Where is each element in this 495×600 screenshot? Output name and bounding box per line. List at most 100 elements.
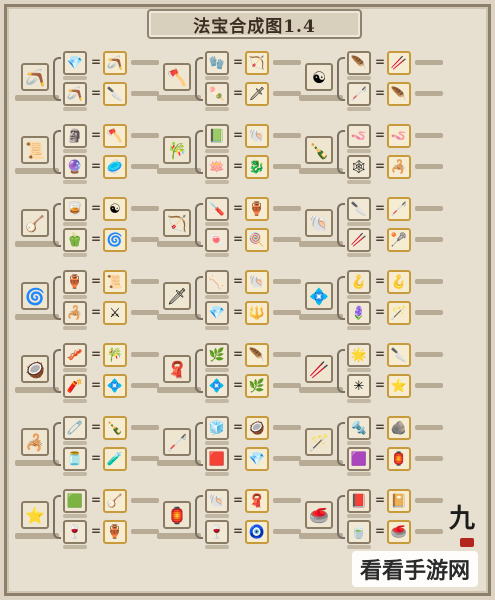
- ingredient-label: [63, 545, 87, 549]
- result-item-label: [273, 383, 301, 388]
- source-item-icon: 📜: [21, 136, 49, 164]
- ingredient-label: [205, 368, 229, 372]
- result-item-icon: 🧪: [103, 447, 127, 471]
- ingredient-icon: 📕: [347, 489, 371, 513]
- ingredient-label: [347, 295, 371, 299]
- ingredient-label: [63, 399, 87, 403]
- ingredient-icon: 🪝: [347, 270, 371, 294]
- recipe-row: 🪛 = 🏺: [205, 197, 303, 226]
- result-item-label: [415, 310, 443, 315]
- result-item-label: [415, 237, 443, 242]
- equals-icon: =: [375, 305, 386, 319]
- recipe-row: 📗 = 🐚: [205, 124, 303, 153]
- source-item-icon: 🦯: [163, 428, 191, 456]
- ingredient-icon: 💎: [63, 51, 87, 75]
- recipe-block: 🪕 🥃 = ☯ 🫑 = 🌀: [15, 195, 161, 263]
- ingredient-icon: 🪷: [205, 155, 229, 179]
- ingredient-label: [205, 295, 229, 299]
- ingredient-label: [63, 472, 87, 476]
- ingredient-icon: 🟥: [205, 447, 229, 471]
- recipe-block: 🐚 🔪 = 🦯 🥢 = 🥍: [299, 195, 445, 263]
- ingredient-icon: 🪃: [63, 82, 87, 106]
- result-item-icon: 🦯: [387, 197, 411, 221]
- result-item-icon: ⭐: [387, 374, 411, 398]
- seal-logo: 九: [448, 503, 475, 534]
- result-item-icon: 🏮: [387, 447, 411, 471]
- ingredient-icon: 🌟: [347, 343, 371, 367]
- brace-connector: [53, 276, 61, 320]
- equals-icon: =: [233, 524, 244, 538]
- recipe-row: 🪻 = 🪄: [347, 301, 445, 330]
- result-item-icon: 🐚: [245, 270, 269, 294]
- result-item-icon: 🪝: [387, 270, 411, 294]
- result-item-icon: 🥌: [387, 520, 411, 544]
- result-item-label: [273, 91, 301, 96]
- result-item-icon: 🔪: [103, 82, 127, 106]
- result-item-icon: 🪨: [387, 416, 411, 440]
- equals-icon: =: [233, 159, 244, 173]
- brace-connector: [195, 349, 203, 393]
- brace-connector: [195, 57, 203, 101]
- recipe-row: 🗿 = 🪓: [63, 124, 161, 153]
- recipe-row: 💎 = 🔱: [205, 301, 303, 330]
- result-item-label: [131, 133, 159, 138]
- brace-connector: [53, 203, 61, 247]
- ingredient-icon: 🦂: [63, 301, 87, 325]
- brace-connector: [53, 495, 61, 539]
- equals-icon: =: [91, 451, 102, 465]
- recipe-block: 🎋 📗 = 🐚 🪷 = 🐉: [157, 122, 303, 190]
- ingredient-icon: 🍷: [205, 520, 229, 544]
- equals-icon: =: [375, 55, 386, 69]
- source-item-icon: 🥢: [305, 355, 333, 383]
- ingredient-icon: 🔪: [347, 197, 371, 221]
- result-item-icon: 🥏: [103, 155, 127, 179]
- recipe-row: 🥓 = 🎋: [63, 343, 161, 372]
- source-item-icon: 🥌: [305, 501, 333, 529]
- equals-icon: =: [91, 420, 102, 434]
- brace-connector: [195, 422, 203, 466]
- recipe-block: ☯ 🪶 = 🥢 🦯 = 🪶: [299, 49, 445, 117]
- ingredient-label: [205, 514, 229, 518]
- equals-icon: =: [91, 232, 102, 246]
- result-item-icon: 🥢: [387, 51, 411, 75]
- ingredient-icon: 💎: [205, 301, 229, 325]
- equals-icon: =: [233, 378, 244, 392]
- result-item-icon: 🪃: [103, 51, 127, 75]
- ingredient-label: [205, 472, 229, 476]
- equals-icon: =: [233, 128, 244, 142]
- recipe-row: 🧊 = 🥥: [205, 416, 303, 445]
- recipe-row: 🍡 = 🗡: [205, 82, 303, 111]
- ingredient-label: [205, 545, 229, 549]
- result-item-icon: 🏺: [245, 197, 269, 221]
- result-item-icon: 📜: [103, 270, 127, 294]
- recipe-block: ⭐ 🟩 = 🪕 🍷 = 🏺: [15, 487, 161, 555]
- result-item-icon: 🐉: [245, 155, 269, 179]
- result-item-label: [415, 383, 443, 388]
- equals-icon: =: [233, 347, 244, 361]
- equals-icon: =: [233, 201, 244, 215]
- result-item-label: [131, 456, 159, 461]
- source-item-icon: 🪕: [21, 209, 49, 237]
- equals-icon: =: [233, 232, 244, 246]
- recipe-row: 🪱 = 🪱: [347, 124, 445, 153]
- equals-icon: =: [91, 378, 102, 392]
- source-item-icon: 🦂: [21, 428, 49, 456]
- ingredient-label: [347, 472, 371, 476]
- recipe-block: 🦯 🧊 = 🥥 🟥 = 💎: [157, 414, 303, 482]
- ingredient-icon: 🍬: [205, 228, 229, 252]
- recipe-grid: 🪃 💎 = 🪃 🪃 = 🔪 🪓 🧤 = 🏹 🍡 = 🗡 ☯ 🪶 = 🥢 🦯 = 🪶 📜 🗿 = 🪓 🔮 = 🥏 🎋 📗 = 🐚 🪷 = 🐉 🍾 🪱 = 🪱 🕸…: [15, 49, 495, 569]
- ingredient-label: [347, 107, 371, 111]
- ingredient-icon: 🧤: [205, 51, 229, 75]
- equals-icon: =: [375, 347, 386, 361]
- recipe-row: 🌟 = 🔪: [347, 343, 445, 372]
- recipe-row: 🐚 = 🧣: [205, 489, 303, 518]
- source-item-icon: 🥥: [21, 355, 49, 383]
- title-plate: 法宝合成图1.4: [147, 9, 362, 39]
- result-item-icon: 🎋: [103, 343, 127, 367]
- equals-icon: =: [233, 420, 244, 434]
- brace-connector: [337, 276, 345, 320]
- result-item-label: [273, 279, 301, 284]
- equals-icon: =: [91, 55, 102, 69]
- ingredient-label: [347, 76, 371, 80]
- ingredient-icon: 🔩: [347, 416, 371, 440]
